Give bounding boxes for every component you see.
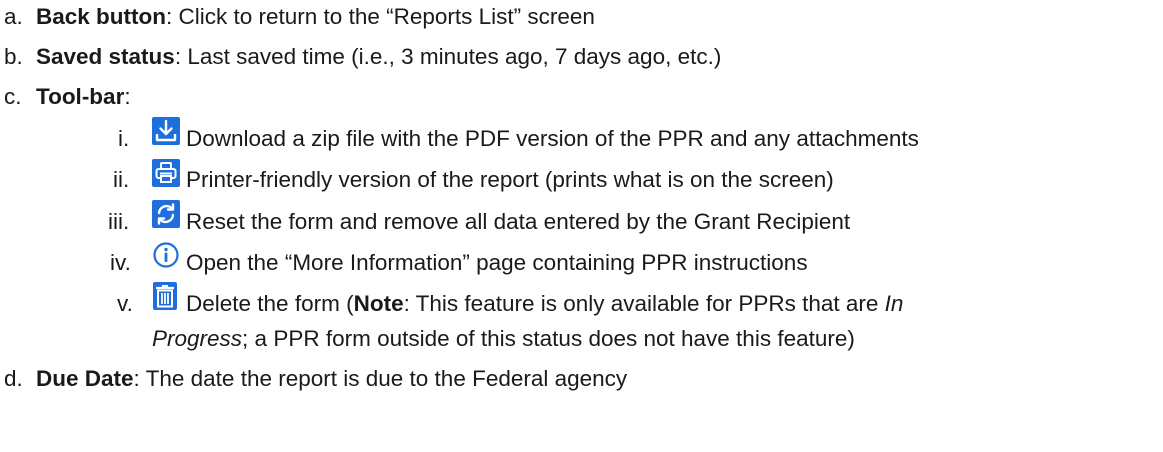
description-toolbar: : bbox=[124, 84, 131, 109]
term-toolbar: Tool-bar bbox=[36, 84, 125, 109]
list-marker: v. bbox=[117, 291, 133, 316]
list-marker: iii. bbox=[108, 209, 130, 234]
toolbar-item-description: Download a zip file with the PDF version… bbox=[186, 126, 919, 151]
description-due-date: : The date the report is due to the Fede… bbox=[133, 366, 628, 391]
description-saved-status: : Last saved time (i.e., 3 minutes ago, … bbox=[174, 44, 722, 69]
delete-text-middle: : This feature is only available for PPR… bbox=[403, 291, 885, 316]
term-back-button: Back button bbox=[36, 4, 167, 29]
description-back-button: : Click to return to the “Reports List” … bbox=[166, 4, 595, 29]
list-marker: a. bbox=[4, 4, 23, 29]
reset-icon bbox=[152, 200, 180, 228]
list-marker: ii. bbox=[113, 167, 130, 192]
list-item-text: Saved status: Last saved time (i.e., 3 m… bbox=[36, 43, 721, 70]
list-item-text: Due Date: The date the report is due to … bbox=[36, 365, 627, 392]
list-marker: iv. bbox=[110, 250, 131, 275]
toolbar-item-description: Open the “More Information” page contain… bbox=[186, 250, 808, 275]
trash-icon bbox=[153, 282, 177, 310]
note-label: Note bbox=[353, 291, 404, 316]
list-item-text: Tool-bar: bbox=[36, 83, 131, 110]
delete-text-start: Delete the form ( bbox=[186, 291, 354, 316]
info-icon bbox=[152, 241, 180, 269]
list-marker: d. bbox=[4, 366, 23, 391]
download-icon bbox=[152, 117, 180, 145]
status-in-progress-end: Progress bbox=[152, 326, 243, 351]
term-due-date: Due Date bbox=[36, 366, 134, 391]
term-saved-status: Saved status bbox=[36, 44, 175, 69]
toolbar-item-description: Delete the form (Note: This feature is o… bbox=[186, 290, 903, 317]
list-item-text: Back button: Click to return to the “Rep… bbox=[36, 3, 595, 30]
list-marker: b. bbox=[4, 44, 23, 69]
toolbar-item-description-continued: Progress; a PPR form outside of this sta… bbox=[152, 325, 855, 352]
list-marker: i. bbox=[118, 126, 130, 151]
list-marker: c. bbox=[4, 84, 22, 109]
toolbar-item-description: Reset the form and remove all data enter… bbox=[186, 209, 851, 234]
toolbar-item-description: Printer-friendly version of the report (… bbox=[186, 167, 834, 192]
printer-icon bbox=[152, 159, 180, 187]
delete-text-end: ; a PPR form outside of this status does… bbox=[242, 326, 855, 351]
status-in-progress-start: In bbox=[884, 291, 904, 316]
